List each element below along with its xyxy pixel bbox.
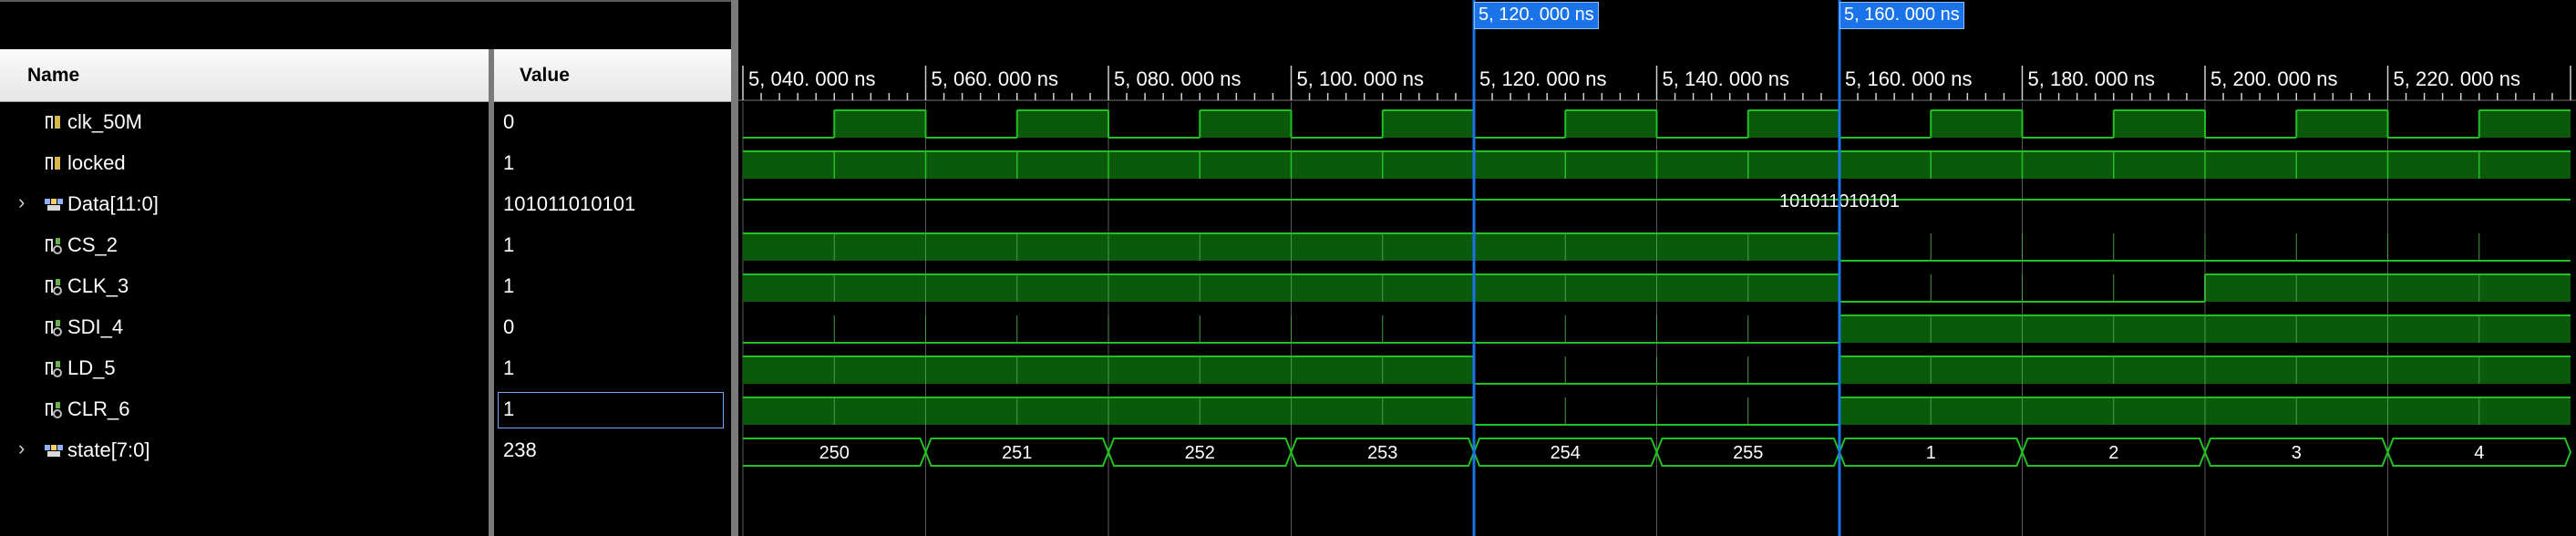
signal-name: CS_2 <box>67 233 118 256</box>
signal-icon <box>44 153 64 173</box>
ruler-tick-label: 5, 040. 000 ns <box>748 67 875 90</box>
signal-row[interactable]: CS_2 1 <box>0 226 731 267</box>
signal-list-panel: Name Value clk_50M 0 locked 1 › Data[11:0] 101… <box>0 0 737 536</box>
ruler-tick-label: 5, 060. 000 ns <box>932 67 1058 90</box>
bus-value-label: 2 <box>2108 443 2118 463</box>
signal-row[interactable]: locked 1 <box>0 144 731 185</box>
value-column-header[interactable]: Value <box>494 49 731 102</box>
wave-high-fill <box>2113 110 2205 138</box>
signal-icon <box>44 112 64 132</box>
signal-value: 1 <box>503 274 515 297</box>
expand-chevron-icon[interactable]: › <box>18 191 25 214</box>
bus-value-label: 253 <box>1367 443 1397 463</box>
panel-splitter[interactable] <box>731 0 738 536</box>
output-signal-icon <box>44 358 64 378</box>
panel-toolbar <box>0 0 731 49</box>
wave-high-fill <box>1747 110 1839 138</box>
wave-high-fill <box>2478 110 2571 138</box>
ruler-tick-label: 5, 140. 000 ns <box>1663 67 1789 90</box>
signal-name: SDI_4 <box>67 315 124 338</box>
bus-value-label: 4 <box>2474 443 2484 463</box>
signal-name: CLR_6 <box>67 397 130 420</box>
signal-name: CLK_3 <box>67 274 129 297</box>
signal-row[interactable]: CLK_3 1 <box>0 267 731 308</box>
signal-value: 0 <box>503 110 515 133</box>
signal-row[interactable]: LD_5 1 <box>0 349 731 390</box>
output-signal-icon <box>44 235 64 255</box>
ruler-tick-label: 5, 200. 000 ns <box>2210 67 2337 90</box>
bus-value-label: 251 <box>1002 443 1032 463</box>
signal-value: 238 <box>503 438 537 461</box>
signal-name: LD_5 <box>67 356 116 379</box>
bus-value-label: 1 <box>1926 443 1936 463</box>
cursor-time-label[interactable]: 5, 120. 000 ns <box>1474 2 1599 29</box>
ruler-tick-label: 5, 120. 000 ns <box>1479 67 1606 90</box>
signal-row[interactable]: › state[7:0] 238 <box>0 431 731 472</box>
signal-value: 1 <box>503 397 515 420</box>
bus-icon <box>44 440 64 460</box>
signal-name: Data[11:0] <box>67 192 159 215</box>
ruler-tick-label: 5, 160. 000 ns <box>1845 67 1972 90</box>
bus-value-label: 252 <box>1185 443 1215 463</box>
ruler-tick-label: 5, 100. 000 ns <box>1297 67 1424 90</box>
wave-high-fill <box>1931 110 2023 138</box>
wave-high-fill <box>1565 110 1657 138</box>
waveform-canvas[interactable]: 5, 040. 000 ns 5, 060. 000 ns 5, 080. 000 … <box>738 0 2576 536</box>
cursor-time-label[interactable]: 5, 160. 000 ns <box>1839 2 1964 29</box>
bus-icon <box>44 194 64 214</box>
signal-value: 1 <box>503 151 515 174</box>
signal-row[interactable]: › Data[11:0] 101011010101 <box>0 185 731 226</box>
wave-high-fill <box>2296 110 2388 138</box>
bus-value-label: 254 <box>1551 443 1581 463</box>
bus-value-label: 3 <box>2292 443 2302 463</box>
value-edit-box[interactable] <box>498 392 724 428</box>
signal-value: 1 <box>503 233 515 256</box>
wave-high-fill <box>1382 110 1474 138</box>
name-column-header[interactable]: Name <box>0 49 489 102</box>
signal-value: 0 <box>503 315 515 338</box>
ruler-tick-label: 5, 080. 000 ns <box>1114 67 1241 90</box>
signal-name: locked <box>67 151 126 174</box>
signal-value: 1 <box>503 356 515 379</box>
ruler-tick-label: 5, 180. 000 ns <box>2028 67 2155 90</box>
signal-value: 101011010101 <box>503 192 636 215</box>
output-signal-icon <box>44 276 64 296</box>
wave-high-fill <box>1016 110 1108 138</box>
output-signal-icon <box>44 317 64 337</box>
ruler-tick-label: 5, 220. 000 ns <box>2394 67 2520 90</box>
signal-row[interactable]: SDI_4 0 <box>0 308 731 349</box>
wave-high-fill <box>834 110 926 138</box>
signal-row[interactable]: clk_50M 0 <box>0 103 731 144</box>
bus-value-label: 255 <box>1733 443 1763 463</box>
signal-name: clk_50M <box>67 110 142 133</box>
bus-value-label: 250 <box>819 443 850 463</box>
wave-high-fill <box>1200 110 1292 138</box>
expand-chevron-icon[interactable]: › <box>18 437 25 460</box>
signal-name: state[7:0] <box>67 438 150 461</box>
output-signal-icon <box>44 399 64 419</box>
signal-row[interactable]: CLR_6 1 <box>0 390 731 431</box>
